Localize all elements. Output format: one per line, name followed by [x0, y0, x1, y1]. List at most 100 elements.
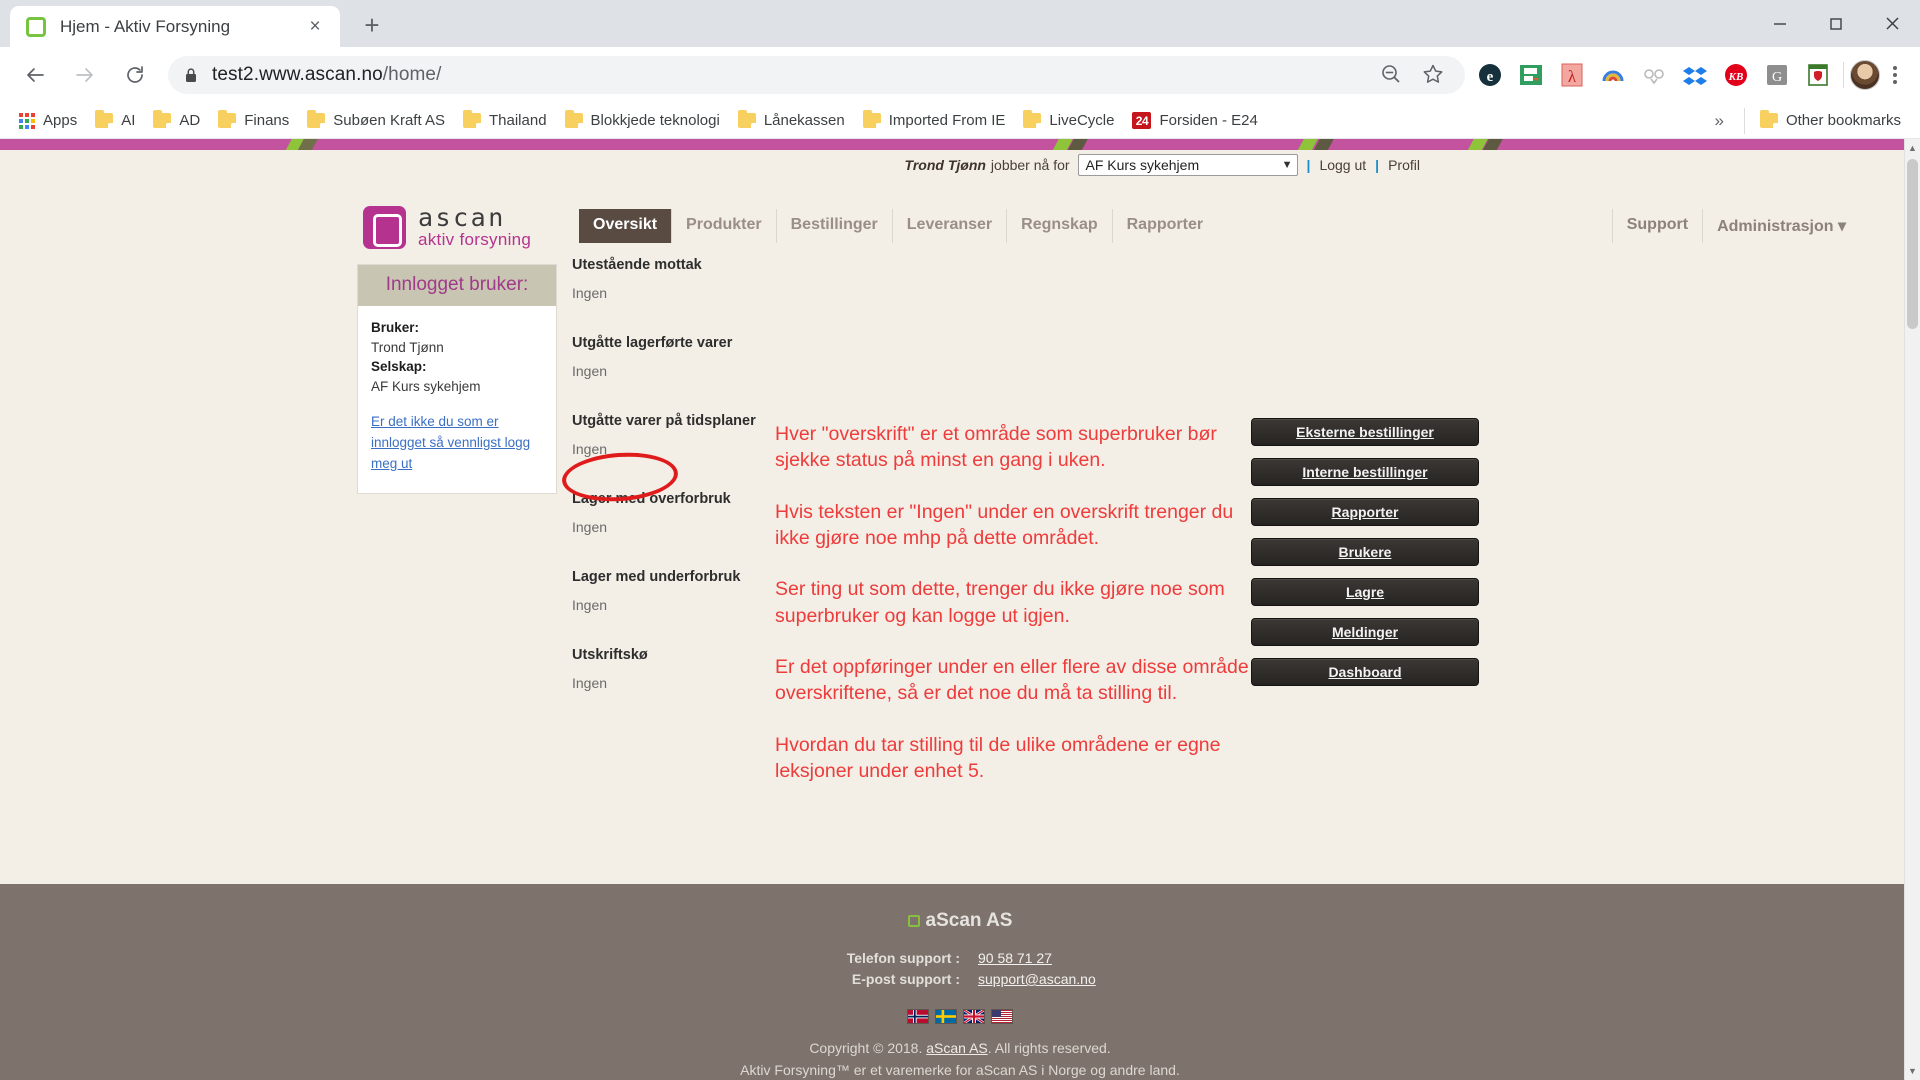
bookmark-finans[interactable]: Finans: [209, 108, 298, 133]
main-navigation: Oversikt Produkter Bestillinger Leverans…: [579, 209, 1860, 243]
status-block-lager-med-underforbruk: Lager med underforbruk Ingen: [572, 569, 787, 613]
back-arrow-icon[interactable]: [14, 54, 56, 96]
kebab-menu-icon[interactable]: [1880, 66, 1910, 84]
bookmark-thailand[interactable]: Thailand: [454, 108, 556, 133]
new-tab-button[interactable]: +: [352, 5, 392, 45]
close-icon[interactable]: [1864, 0, 1920, 47]
url-path: /home/: [382, 64, 442, 85]
status-heading: Utskriftskø: [572, 647, 648, 663]
nav-item-bestillinger[interactable]: Bestillinger: [775, 209, 892, 243]
bookmarks-overflow-button[interactable]: »: [1700, 111, 1737, 131]
kb-extension-icon[interactable]: KB: [1721, 60, 1751, 90]
button-lagre[interactable]: Lagre: [1251, 578, 1479, 606]
address-bar[interactable]: test2.www.ascan.no/home/: [168, 56, 1465, 94]
bookmark-label: AI: [121, 112, 136, 129]
bookmark-blokkjede-teknologi[interactable]: Blokkjede teknologi: [556, 108, 729, 133]
evernote-extension-icon[interactable]: e: [1475, 60, 1505, 90]
bookmark-ad[interactable]: AD: [144, 108, 209, 133]
company-select[interactable]: AF Kurs sykehjem ▼: [1077, 154, 1298, 176]
star-icon[interactable]: [1421, 62, 1445, 89]
user-avatar[interactable]: [1850, 60, 1880, 90]
nav-item-leveranser[interactable]: Leveranser: [891, 209, 1006, 243]
zoom-out-icon[interactable]: [1379, 62, 1403, 89]
selskap-label: Selskap:: [371, 359, 427, 375]
nav-item-oversikt[interactable]: Oversikt: [579, 209, 672, 243]
shield-extension-icon[interactable]: [1803, 60, 1833, 90]
bookmark-label: Blokkjede teknologi: [590, 112, 720, 129]
annotation-paragraph: Ser ting ut som dette, trenger du ikke g…: [775, 578, 1225, 627]
grammarly-extension-icon[interactable]: G: [1762, 60, 1792, 90]
folder-icon: [737, 110, 756, 128]
bookmark-suboen-kraft-as[interactable]: Subøen Kraft AS: [298, 108, 454, 133]
copyright-link[interactable]: aScan AS: [926, 1040, 988, 1056]
button-dashboard[interactable]: Dashboard: [1251, 658, 1479, 686]
url-host: test2.www.ascan.no: [212, 64, 383, 85]
button-eksterne-bestillinger[interactable]: Eksterne bestillinger: [1251, 418, 1479, 446]
site-logo[interactable]: ascan aktiv forsyning: [363, 204, 532, 250]
bookmark-forsiden-e24[interactable]: 24 Forsiden - E24: [1123, 108, 1266, 133]
footer-copyright: Copyright © 2018. aScan AS. All rights r…: [0, 1038, 1920, 1080]
bookmark-lanekassen[interactable]: Lånekassen: [729, 108, 854, 133]
scroll-down-arrow-icon[interactable]: ▼: [1905, 1062, 1920, 1080]
user-panel-title: Innlogget bruker:: [358, 265, 556, 306]
bookmark-ai[interactable]: AI: [86, 108, 144, 133]
minimize-icon[interactable]: [1752, 0, 1808, 47]
page-scrollbar[interactable]: ▲ ▼: [1904, 139, 1920, 1080]
profile-link[interactable]: Profil: [1388, 157, 1420, 173]
button-meldinger[interactable]: Meldinger: [1251, 618, 1479, 646]
reload-icon[interactable]: [114, 54, 156, 96]
not-you-logout-link[interactable]: Er det ikke du som er innlogget så vennl…: [371, 412, 543, 475]
dropbox-extension-icon[interactable]: [1680, 60, 1710, 90]
adobe-acrobat-extension-icon[interactable]: λ: [1557, 60, 1587, 90]
maximize-icon[interactable]: [1808, 0, 1864, 47]
status-value: Ingen: [572, 363, 608, 379]
footer-email-row: E-post support : support@ascan.no: [0, 971, 1920, 987]
scrollbar-thumb[interactable]: [1907, 159, 1918, 329]
nav-item-rapporter[interactable]: Rapporter: [1111, 209, 1217, 243]
status-heading: Lager med underforbruk: [572, 569, 741, 585]
email-link[interactable]: support@ascan.no: [978, 971, 1096, 987]
button-rapporter[interactable]: Rapporter: [1251, 498, 1479, 526]
separator: |: [1306, 157, 1311, 173]
bookmark-imported-from-ie[interactable]: Imported From IE: [854, 108, 1015, 133]
bookmark-livecycle[interactable]: LiveCycle: [1014, 108, 1123, 133]
status-heading: Utestående mottak: [572, 257, 702, 273]
bookmark-label: Thailand: [489, 112, 547, 129]
phone-link[interactable]: 90 58 71 27: [978, 950, 1052, 966]
logo-tagline: aktiv forsyning: [418, 230, 532, 250]
rainbow-arc-extension-icon[interactable]: [1598, 60, 1628, 90]
uk-flag[interactable]: [963, 1008, 985, 1025]
other-bookmarks-button[interactable]: Other bookmarks: [1751, 108, 1910, 133]
button-interne-bestillinger[interactable]: Interne bestillinger: [1251, 458, 1479, 486]
close-icon[interactable]: ×: [302, 14, 328, 40]
ascan-logo-icon: [363, 205, 406, 249]
forward-arrow-icon[interactable]: [64, 54, 106, 96]
bookmark-apps[interactable]: Apps: [10, 108, 86, 133]
spreadsheet-extension-icon[interactable]: [1516, 60, 1546, 90]
site-header: ascan aktiv forsyning Oversikt Produkter…: [363, 187, 1920, 257]
tab-strip: Hjem - Aktiv Forsyning × +: [0, 0, 1920, 47]
browser-tab[interactable]: Hjem - Aktiv Forsyning ×: [10, 6, 340, 47]
nav-item-administrasjon[interactable]: Administrasjon ▾: [1702, 209, 1860, 243]
logout-link[interactable]: Logg ut: [1319, 157, 1366, 173]
ascan-logo-icon: [907, 915, 920, 927]
footer-email-label: E-post support :: [851, 971, 960, 987]
extensions-bar: e λ KB G: [1475, 60, 1837, 90]
nav-item-regnskap[interactable]: Regnskap: [1006, 209, 1111, 243]
scroll-up-arrow-icon[interactable]: ▲: [1905, 139, 1920, 157]
status-block-utskriftsko: Utskriftskø Ingen: [572, 647, 787, 691]
logo-text: ascan aktiv forsyning: [418, 204, 532, 250]
nav-item-produkter[interactable]: Produkter: [671, 209, 776, 243]
status-heading: Utgåtte varer på tidsplaner: [572, 413, 756, 429]
sweden-flag[interactable]: [935, 1009, 957, 1024]
footer-email-value: support@ascan.no: [960, 971, 1140, 987]
nav-item-support[interactable]: Support: [1611, 209, 1702, 243]
folder-icon: [218, 110, 237, 128]
status-value: Ingen: [572, 597, 608, 613]
svg-text:e: e: [1487, 69, 1494, 85]
owl-extension-icon[interactable]: [1639, 60, 1669, 90]
norway-flag[interactable]: [907, 1009, 929, 1024]
company-select-value: AF Kurs sykehjem: [1085, 157, 1200, 173]
button-brukere[interactable]: Brukere: [1251, 538, 1479, 566]
usa-flag[interactable]: [991, 1009, 1013, 1024]
